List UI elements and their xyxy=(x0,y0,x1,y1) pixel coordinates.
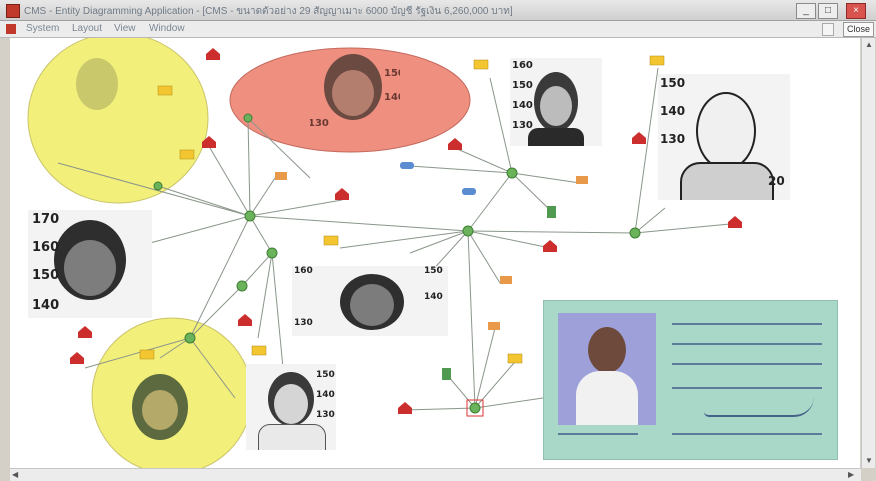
app-icon xyxy=(6,4,20,18)
faded-photo-2-face xyxy=(142,390,178,430)
id-card-image[interactable] xyxy=(543,300,838,460)
menu-system[interactable]: System xyxy=(26,23,59,34)
height-scale-label: 170 xyxy=(32,212,60,227)
height-scale-label: 160 xyxy=(512,60,533,71)
height-scale-label: 140 xyxy=(424,292,443,302)
height-scale-label: 150 xyxy=(512,80,533,91)
mugshot-face-detail xyxy=(274,384,308,424)
id-signature xyxy=(704,397,814,417)
title-bar: CMS - Entity Diagramming Application - [… xyxy=(0,0,876,21)
close-document-button[interactable]: Close xyxy=(842,22,874,37)
menu-window[interactable]: Window xyxy=(149,23,185,34)
mugshot-6[interactable]: 150 140 130 xyxy=(246,364,336,450)
scroll-up-icon[interactable]: ▲ xyxy=(865,40,873,49)
scroll-down-icon[interactable]: ▼ xyxy=(865,456,873,465)
height-scale-label: 150 xyxy=(384,68,400,79)
height-scale-label: 130 xyxy=(660,132,686,146)
height-scale-label: 140 xyxy=(660,104,686,118)
height-scale-label: 140 xyxy=(384,92,400,103)
id-card-line xyxy=(558,433,638,435)
document-icon xyxy=(6,24,16,34)
mugshot-face-detail xyxy=(332,70,374,116)
id-card-line xyxy=(672,323,822,325)
id-card-line xyxy=(672,387,822,389)
diagram-canvas[interactable]: 160 150 140 130 150 140 130 20 170 160 1… xyxy=(10,38,860,468)
height-scale-label: 130 xyxy=(512,120,533,131)
mugshot-face-detail xyxy=(350,284,394,326)
scroll-right-icon[interactable]: ▶ xyxy=(848,470,854,479)
window-title: CMS - Entity Diagramming Application - [… xyxy=(24,6,513,17)
minimize-button[interactable]: _ xyxy=(796,3,816,19)
height-scale-label: 150 xyxy=(316,370,335,380)
mugshot-3[interactable]: 170 160 150 140 xyxy=(28,210,152,318)
horizontal-scrollbar[interactable]: ◀ ▶ xyxy=(10,468,861,481)
scroll-left-icon[interactable]: ◀ xyxy=(12,470,18,479)
height-scale-label: 140 xyxy=(512,100,533,111)
mugshot-5[interactable]: 150 140 130 xyxy=(310,48,400,136)
height-scale-label: 150 xyxy=(424,266,443,276)
mugshot-face xyxy=(696,92,756,170)
id-card-line xyxy=(672,433,822,435)
id-face xyxy=(588,327,626,373)
id-card-photo xyxy=(558,313,656,425)
height-scale-label: 160 xyxy=(32,240,60,255)
vertical-scrollbar[interactable]: ▲ ▼ xyxy=(861,38,875,468)
mugshot-shoulders xyxy=(528,128,584,146)
menu-bar: System Layout View Window Close xyxy=(0,21,876,38)
mugshot-4[interactable]: 160 150 140 130 xyxy=(292,266,448,336)
height-scale-label: 160 xyxy=(294,266,313,276)
height-scale-label: 150 xyxy=(660,76,686,90)
id-card-line xyxy=(672,343,822,345)
menu-layout[interactable]: Layout xyxy=(72,23,102,34)
restore-child-button[interactable] xyxy=(822,23,834,36)
mugshot-face-detail xyxy=(64,240,116,296)
mugshot-1[interactable]: 160 150 140 130 xyxy=(510,58,602,146)
faded-photo-1[interactable] xyxy=(76,58,118,110)
menu-view[interactable]: View xyxy=(114,23,136,34)
height-scale-label: 130 xyxy=(316,410,335,420)
car-icons[interactable] xyxy=(400,162,476,195)
mugshot-2[interactable]: 150 140 130 20 xyxy=(658,74,790,200)
id-card-line xyxy=(672,363,822,365)
height-scale-label: 20 xyxy=(768,174,785,188)
mugshot-shoulders xyxy=(680,162,774,200)
id-shoulders xyxy=(576,371,638,425)
close-window-button[interactable]: × xyxy=(846,3,866,19)
selected-person-node[interactable] xyxy=(469,402,481,414)
height-scale-label: 130 xyxy=(294,318,313,328)
mugshot-shoulders xyxy=(258,424,326,450)
mugshot-face-detail xyxy=(540,86,572,126)
height-scale-label: 130 xyxy=(310,118,329,129)
height-scale-label: 150 xyxy=(32,268,60,283)
highlight-circle-yellow-1 xyxy=(27,38,209,204)
maximize-button[interactable]: □ xyxy=(818,3,838,19)
height-scale-label: 140 xyxy=(32,298,60,313)
height-scale-label: 140 xyxy=(316,390,335,400)
